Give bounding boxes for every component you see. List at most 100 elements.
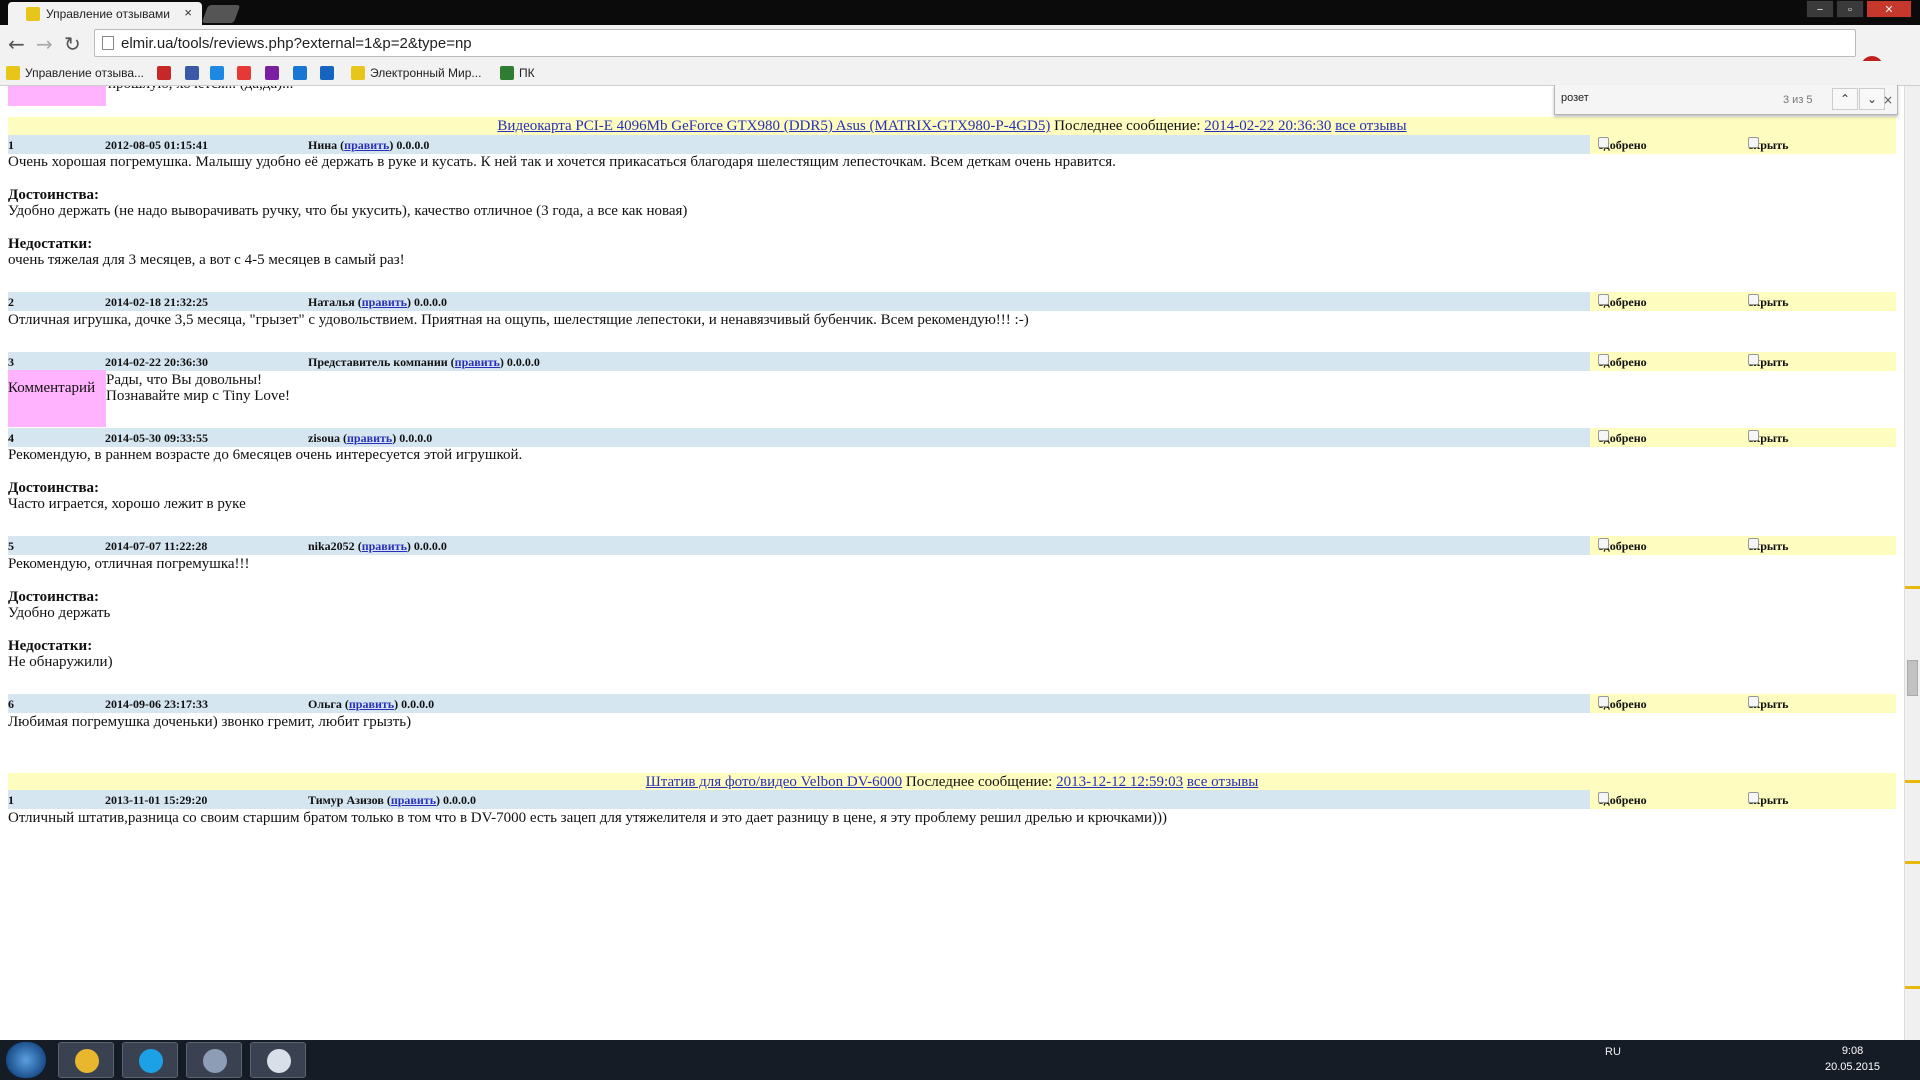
hide-checkbox[interactable] [1748,430,1759,441]
maximize-button[interactable]: ▫ [1836,0,1864,18]
paint-icon [267,1049,291,1073]
review-text: Отличная игрушка, дочке 3,5 месяца, "гры… [8,312,1029,328]
approved-control[interactable]: одобрено [1598,695,1647,713]
tab-title: Управление отзывами [46,7,170,21]
url-text: elmir.ua/tools/reviews.php?external=1&p=… [121,35,472,52]
tab-close-icon[interactable]: × [184,5,192,20]
bookmark-item[interactable] [157,66,171,80]
review-number: 1 [8,793,14,807]
find-input[interactable]: розет [1555,85,1815,114]
edit-link[interactable]: править [362,295,407,309]
pros-text: Удобно держать (не надо выворачивать руч… [8,203,688,219]
approved-checkbox[interactable] [1598,792,1609,803]
approved-checkbox[interactable] [1598,696,1609,707]
review-header-bg [8,536,1590,555]
last-message-date-link[interactable]: 2013-12-12 12:59:03 [1056,774,1183,790]
browser-chrome: Управление отзывами × − ▫ ✕ ← → ↻ elmir.… [0,0,1920,86]
approved-control[interactable]: одобрено [1598,791,1647,809]
review-ip: 0.0.0.0 [506,355,540,369]
edit-link[interactable]: править [362,539,407,553]
review-ip: 0.0.0.0 [401,697,435,711]
approved-checkbox[interactable] [1598,137,1609,148]
review-header: 2 2014-02-18 21:32:25 Наталья (править) 0.… [8,292,1896,311]
bookmark-item[interactable] [210,66,224,80]
comment-label-cell: Комментарий [8,370,106,427]
review-header: 6 2014-09-06 23:17:33 Ольга (править) 0.0.… [8,694,1896,713]
address-bar[interactable]: elmir.ua/tools/reviews.php?external=1&p=… [94,29,1856,57]
chrome-icon [75,1049,99,1073]
bookmark-favicon-icon [6,66,20,80]
all-reviews-link[interactable]: все отзывы [1187,774,1258,790]
bookmark-favicon-icon [210,66,224,80]
bookmark-item[interactable] [185,66,199,80]
minimize-button[interactable]: − [1806,0,1834,18]
scrollbar-thumb[interactable] [1907,660,1918,696]
edit-link[interactable]: править [347,431,392,445]
calculator-icon [203,1049,227,1073]
approved-checkbox[interactable] [1598,354,1609,365]
hide-checkbox[interactable] [1748,354,1759,365]
approved-control[interactable]: одобрено [1598,293,1647,311]
hide-control[interactable]: скрыть [1748,791,1789,809]
all-reviews-link[interactable]: все отзывы [1335,118,1406,134]
hide-checkbox[interactable] [1748,137,1759,148]
bookmark-item[interactable]: Управление отзыва... [6,66,144,80]
hide-control[interactable]: скрыть [1748,293,1789,311]
review-header-bg [8,790,1590,809]
last-message-date-link[interactable]: 2014-02-22 20:36:30 [1204,118,1331,134]
hide-control[interactable]: скрыть [1748,695,1789,713]
hide-control[interactable]: скрыть [1748,353,1789,371]
scrollbar[interactable] [1904,86,1920,1040]
forward-icon[interactable]: → [36,32,53,56]
bookmark-item[interactable] [265,66,279,80]
edit-link[interactable]: править [455,355,500,369]
clock-time: 9:08 [1841,1045,1864,1057]
approved-control[interactable]: одобрено [1598,537,1647,555]
hide-checkbox[interactable] [1748,538,1759,549]
review-header: 3 2014-02-22 20:36:30 Представитель компан… [8,352,1896,371]
hide-control[interactable]: скрыть [1748,537,1789,555]
review-ip: 0.0.0.0 [399,431,433,445]
review-date: 2013-11-01 15:29:20 [105,793,208,807]
find-bar: розет 3 из 5 ⌃ ⌄ × [1554,85,1898,115]
review-text: Отличный штатив,разница со своим старшим… [8,810,1167,826]
language-indicator[interactable]: RU [1605,1046,1621,1058]
edit-link[interactable]: править [349,697,394,711]
approved-checkbox[interactable] [1598,294,1609,305]
reload-icon[interactable]: ↻ [64,32,81,56]
find-match-marker [1905,780,1920,783]
tab-reviews[interactable]: Управление отзывами × [8,2,202,25]
back-icon[interactable]: ← [8,32,25,56]
product-link[interactable]: Видеокарта PCI-E 4096Mb GeForce GTX980 (… [497,118,1050,134]
window-controls: − ▫ ✕ [1806,0,1912,18]
product-link[interactable]: Штатив для фото/видео Velbon DV-6000 [646,774,903,790]
taskbar-app-calculator[interactable] [186,1042,242,1078]
taskbar-app-chrome[interactable] [58,1042,114,1078]
author-name: Ольга [308,697,342,711]
review-text: Любимая погремушка доченьки) звонко грем… [8,714,412,730]
clock[interactable]: 9:08 20.05.2015 [1825,1043,1880,1075]
approved-checkbox[interactable] [1598,538,1609,549]
find-prev-button[interactable]: ⌃ [1832,88,1858,110]
bookmark-item[interactable] [237,66,251,80]
approved-checkbox[interactable] [1598,430,1609,441]
edit-link[interactable]: править [391,793,436,807]
new-tab-button[interactable] [201,5,241,23]
find-close-icon[interactable]: × [1883,93,1893,107]
hide-checkbox[interactable] [1748,696,1759,707]
find-next-button[interactable]: ⌄ [1859,88,1885,110]
taskbar-app-skype[interactable] [122,1042,178,1078]
taskbar-app-paint[interactable] [250,1042,306,1078]
bookmark-item[interactable] [293,66,307,80]
bookmark-item[interactable]: ПК [500,66,535,80]
hide-checkbox[interactable] [1748,294,1759,305]
approved-control[interactable]: одобрено [1598,353,1647,371]
bookmark-item[interactable] [320,66,334,80]
clock-date: 20.05.2015 [1825,1061,1881,1073]
bookmark-label: ПК [519,66,535,80]
hide-checkbox[interactable] [1748,792,1759,803]
edit-link[interactable]: править [344,138,389,152]
bookmark-item[interactable]: Электронный Мир... [351,66,481,80]
close-window-button[interactable]: ✕ [1866,0,1912,18]
start-button[interactable] [6,1042,46,1078]
